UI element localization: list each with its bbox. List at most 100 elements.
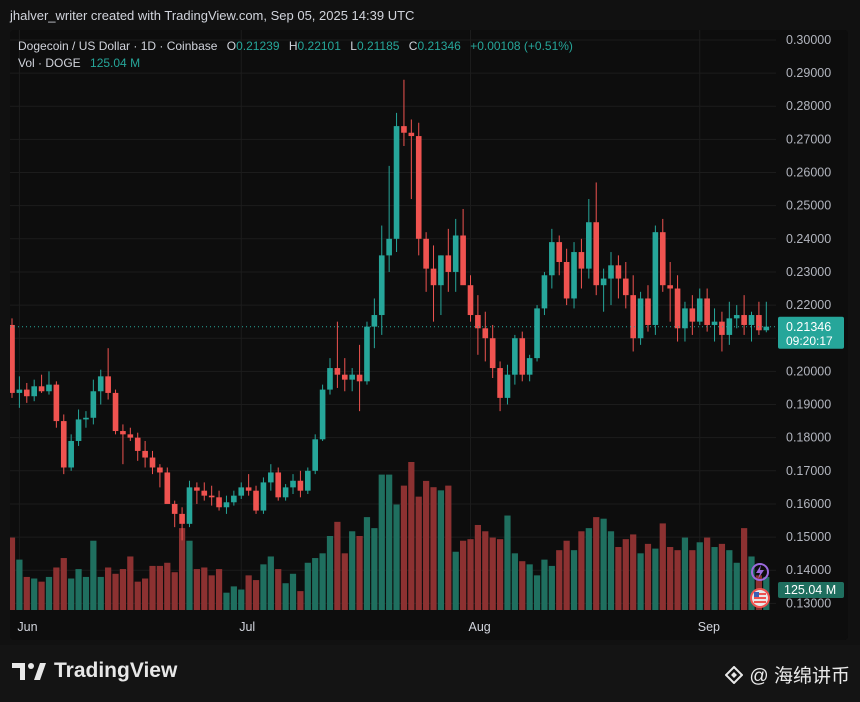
candle-body bbox=[534, 308, 540, 359]
brand-name: TradingView bbox=[54, 659, 178, 682]
candle-body bbox=[304, 470, 311, 491]
volume-bar bbox=[652, 548, 659, 610]
volume-bar bbox=[726, 550, 733, 610]
candle bbox=[356, 344, 363, 412]
volume-bar bbox=[489, 537, 496, 610]
volume-bar bbox=[437, 490, 445, 610]
candle bbox=[696, 288, 703, 325]
candle bbox=[223, 495, 230, 514]
volume-bar bbox=[82, 576, 90, 610]
candle bbox=[16, 376, 23, 408]
candle-body bbox=[105, 376, 111, 393]
y-tick-label: 0.26000 bbox=[786, 166, 831, 180]
candle-body bbox=[312, 439, 319, 471]
candle-body bbox=[637, 298, 644, 339]
candle bbox=[467, 275, 474, 322]
candle bbox=[112, 389, 119, 435]
candle bbox=[327, 358, 333, 395]
volume-bar bbox=[400, 485, 408, 610]
candle bbox=[38, 374, 45, 393]
y-tick-label: 0.15000 bbox=[786, 530, 831, 544]
chart-panel[interactable]: 0.30000 0.29000 0.28000 0.27000 0.26000 0.250… bbox=[10, 30, 848, 640]
candle-body bbox=[223, 502, 230, 508]
candle bbox=[23, 382, 30, 403]
volume-bar bbox=[430, 487, 437, 610]
candle-body bbox=[290, 480, 296, 488]
candle bbox=[475, 295, 481, 355]
candle-body bbox=[341, 374, 348, 380]
candle bbox=[282, 484, 289, 501]
candle-body bbox=[563, 262, 570, 299]
candle-body bbox=[438, 255, 444, 286]
candle-body bbox=[497, 368, 503, 398]
y-tick-label: 0.13000 bbox=[786, 596, 831, 610]
candle-body bbox=[526, 358, 533, 375]
candle-body bbox=[364, 326, 370, 382]
volume-bar bbox=[393, 504, 400, 610]
candle bbox=[460, 208, 466, 286]
price-chart[interactable]: 0.30000 0.29000 0.28000 0.27000 0.26000 0.250… bbox=[10, 30, 848, 640]
candle bbox=[53, 381, 60, 428]
volume-bar bbox=[178, 528, 186, 610]
candle-body bbox=[319, 389, 326, 440]
candle bbox=[378, 225, 385, 335]
candle-body bbox=[608, 265, 614, 279]
volume-bar bbox=[105, 567, 112, 610]
candle bbox=[430, 245, 437, 322]
us-flag-event-icon[interactable] bbox=[750, 588, 770, 608]
volume-bar bbox=[38, 581, 45, 610]
candle-body bbox=[674, 288, 681, 329]
volume-bar bbox=[622, 539, 629, 610]
candle-body bbox=[408, 132, 415, 137]
candle-body bbox=[696, 298, 703, 322]
volume-bar bbox=[667, 547, 674, 610]
y-tick-label: 0.19000 bbox=[786, 398, 831, 412]
candle bbox=[290, 474, 296, 494]
volume-bar bbox=[533, 575, 541, 610]
candle bbox=[438, 255, 444, 316]
symbol-label[interactable]: Dogecoin / US Dollar · 1D · Coinbase bbox=[18, 39, 217, 53]
candle-body bbox=[282, 487, 289, 498]
candle-body bbox=[667, 285, 673, 289]
candle-body bbox=[275, 472, 282, 498]
candle bbox=[711, 308, 718, 342]
candle bbox=[423, 232, 429, 292]
volume-bar bbox=[600, 518, 607, 610]
volume-bar bbox=[252, 580, 260, 610]
y-tick-label: 0.18000 bbox=[786, 431, 831, 445]
candle bbox=[341, 358, 348, 392]
volume-bar bbox=[711, 547, 718, 610]
watermark: @ 海绵讲币 bbox=[725, 661, 850, 688]
candle bbox=[31, 379, 37, 402]
candle-body bbox=[38, 386, 45, 392]
volume-bar bbox=[467, 539, 474, 610]
candle-body bbox=[186, 487, 193, 524]
candle bbox=[105, 348, 111, 400]
volume-bar bbox=[97, 576, 104, 610]
candle-body bbox=[401, 126, 407, 133]
candle-body bbox=[378, 255, 385, 316]
y-tick-label: 0.14000 bbox=[786, 563, 831, 577]
candle bbox=[275, 467, 282, 501]
volume-bar bbox=[60, 558, 67, 610]
volume-bar bbox=[31, 578, 38, 610]
price-badge-countdown: 09:20:17 bbox=[786, 334, 833, 348]
volume-bar bbox=[452, 551, 459, 610]
candle-body bbox=[452, 235, 459, 272]
candle-body bbox=[741, 315, 747, 325]
candle bbox=[60, 414, 67, 475]
candle bbox=[563, 248, 570, 306]
y-tick-label: 0.22000 bbox=[786, 298, 831, 312]
volume-label[interactable]: Vol · DOGE bbox=[18, 56, 81, 70]
volume-bar bbox=[511, 553, 518, 610]
candle bbox=[578, 238, 585, 289]
candle-body bbox=[268, 472, 274, 483]
candle-body bbox=[371, 315, 378, 327]
volume-bar bbox=[23, 576, 30, 610]
candle bbox=[127, 427, 134, 441]
candle bbox=[756, 301, 762, 335]
volume-bar bbox=[356, 536, 363, 610]
candle-body bbox=[157, 467, 163, 473]
candle bbox=[364, 321, 370, 385]
candle-body bbox=[120, 431, 126, 435]
